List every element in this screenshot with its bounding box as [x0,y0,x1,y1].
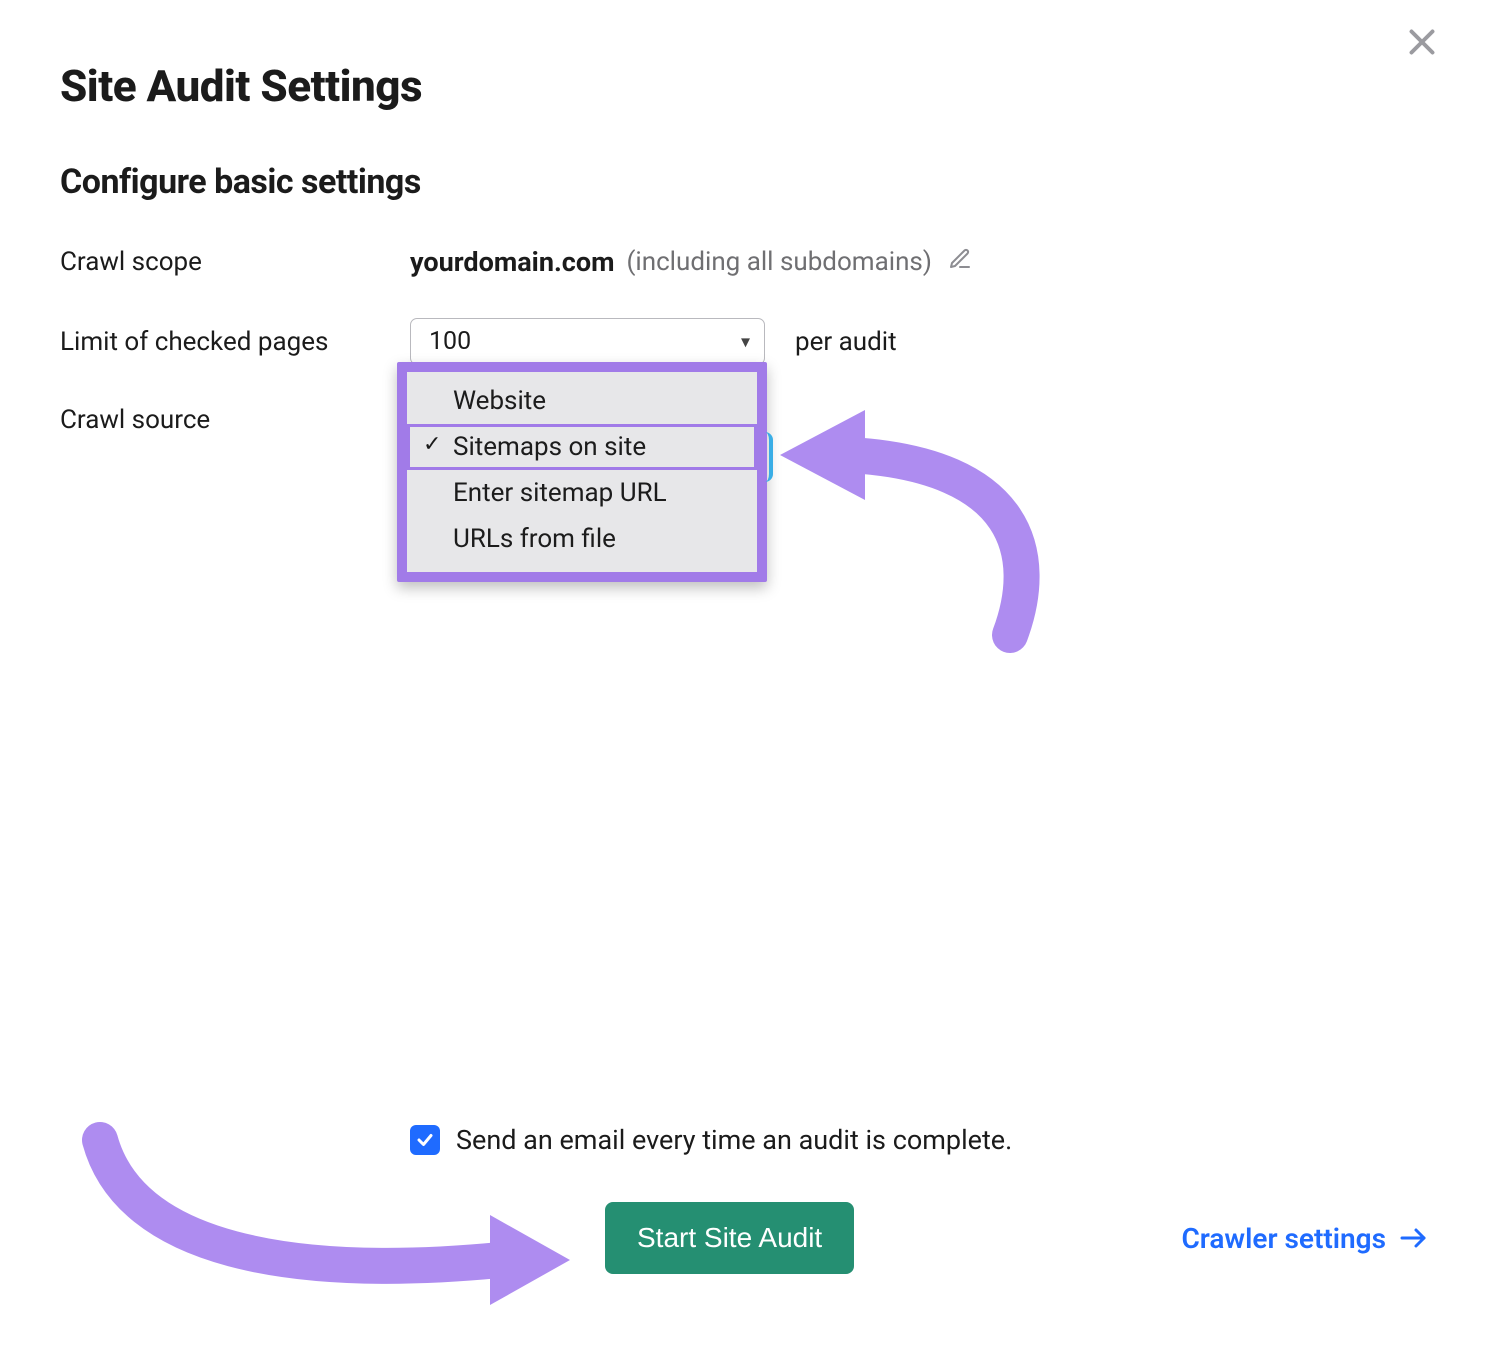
row-limit-pages: Limit of checked pages 100 ▾ per audit [60,318,1428,365]
limit-pages-suffix: per audit [795,327,897,357]
label-crawl-source: Crawl source [60,405,410,435]
arrow-right-icon [1400,1227,1428,1249]
start-site-audit-button[interactable]: Start Site Audit [605,1202,854,1274]
limit-pages-value: 100 [429,327,471,356]
annotation-arrow-dropdown [770,395,1060,665]
crawler-settings-label: Crawler settings [1181,1222,1386,1255]
page-subtitle: Configure basic settings [60,162,1428,202]
close-button[interactable] [1404,24,1440,64]
edit-crawl-scope-button[interactable] [948,247,972,278]
crawl-source-option-sitemaps-on-site[interactable]: Sitemaps on site [407,424,757,470]
chevron-down-icon: ▾ [741,331,750,352]
label-crawl-scope: Crawl scope [60,247,410,277]
label-limit-pages: Limit of checked pages [60,327,410,357]
close-icon [1404,24,1440,60]
limit-pages-select[interactable]: 100 ▾ [410,318,765,365]
email-notification-checkbox[interactable] [410,1125,440,1155]
crawl-scope-note: (including all subdomains) [626,247,931,277]
email-notification-label: Send an email every time an audit is com… [456,1124,1012,1156]
crawl-scope-domain: yourdomain.com [410,246,614,278]
crawl-source-option-urls-from-file[interactable]: URLs from file [407,516,757,562]
crawl-source-dropdown: Website Sitemaps on site Enter sitemap U… [397,362,767,582]
email-notification-row: Send an email every time an audit is com… [410,1124,1428,1156]
page-title: Site Audit Settings [60,60,1428,112]
check-icon [416,1131,434,1149]
pencil-icon [948,247,972,271]
crawler-settings-link[interactable]: Crawler settings [1181,1222,1428,1255]
row-crawl-scope: Crawl scope yourdomain.com (including al… [60,246,1428,278]
crawl-source-option-enter-sitemap-url[interactable]: Enter sitemap URL [407,470,757,516]
crawl-source-option-website[interactable]: Website [407,378,757,424]
